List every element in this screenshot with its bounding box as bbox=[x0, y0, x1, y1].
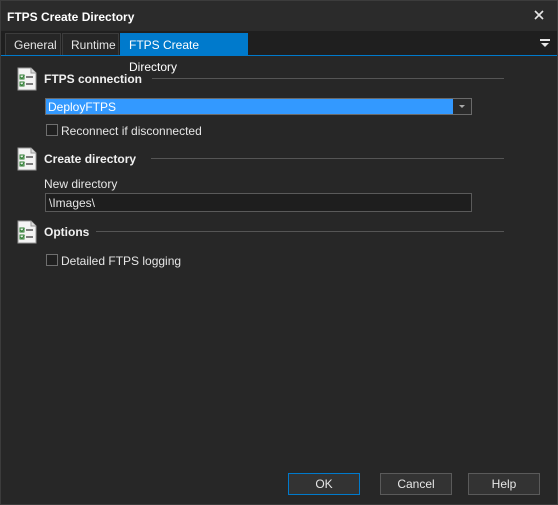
new-directory-label: New directory bbox=[44, 177, 118, 191]
title-bar: FTPS Create Directory bbox=[1, 1, 557, 31]
cancel-button[interactable]: Cancel bbox=[380, 473, 452, 495]
checklist-icon bbox=[16, 220, 38, 244]
close-icon[interactable] bbox=[531, 7, 547, 23]
detailed-logging-label: Detailed FTPS logging bbox=[61, 254, 182, 268]
chevron-down-icon[interactable] bbox=[453, 99, 471, 114]
section-title-options: Options bbox=[44, 225, 90, 239]
divider bbox=[152, 78, 504, 79]
new-directory-input[interactable] bbox=[45, 193, 472, 212]
tab-ftps-create-directory[interactable]: FTPS Create Directory bbox=[120, 33, 248, 74]
dialog-window: FTPS Create Directory General Runtime FT… bbox=[0, 0, 558, 505]
divider bbox=[151, 158, 504, 159]
ok-button[interactable]: OK bbox=[288, 473, 360, 495]
tab-runtime[interactable]: Runtime bbox=[62, 33, 119, 55]
checklist-icon bbox=[16, 67, 38, 91]
connection-dropdown[interactable]: DeployFTPS bbox=[45, 98, 472, 115]
section-title-create-directory: Create directory bbox=[44, 152, 137, 166]
detailed-logging-checkbox[interactable] bbox=[46, 254, 58, 266]
reconnect-label: Reconnect if disconnected bbox=[61, 124, 202, 138]
connection-dropdown-value: DeployFTPS bbox=[48, 100, 117, 114]
divider bbox=[96, 231, 504, 232]
menu-icon[interactable] bbox=[539, 37, 551, 49]
window-title: FTPS Create Directory bbox=[7, 10, 135, 24]
tab-general[interactable]: General bbox=[5, 33, 61, 55]
section-title-connection: FTPS connection bbox=[44, 72, 143, 86]
reconnect-checkbox[interactable] bbox=[46, 124, 58, 136]
tab-bar: General Runtime FTPS Create Directory bbox=[1, 31, 557, 74]
checklist-icon bbox=[16, 147, 38, 171]
help-button[interactable]: Help bbox=[468, 473, 540, 495]
